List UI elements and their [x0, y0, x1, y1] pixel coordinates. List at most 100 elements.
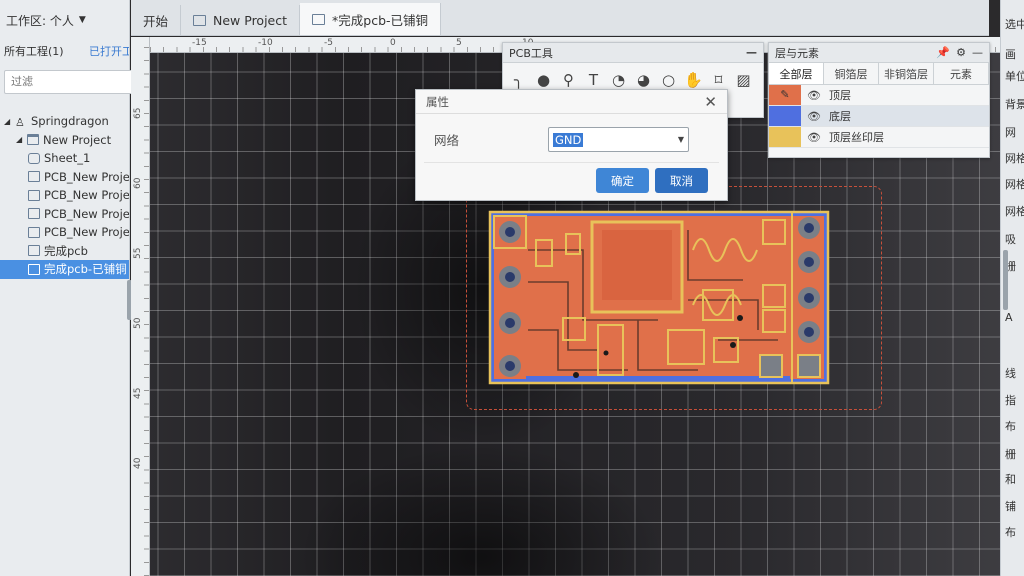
gear-icon[interactable]: ⚙ — [956, 46, 966, 59]
tree-item-label: PCB_New Project — [44, 225, 129, 240]
dialog-buttons: 确定 取消 — [596, 168, 708, 193]
layers-tab[interactable]: 全部层 — [769, 63, 824, 84]
tree-item[interactable]: PCB_New Project — [0, 168, 129, 187]
layer-color-swatch[interactable]: ✎ — [769, 85, 801, 105]
ruler-left-label: 65 — [133, 107, 143, 119]
ruler-top-label: -5 — [324, 38, 333, 48]
tab-2[interactable]: *完成pcb-已铺铜 — [300, 3, 442, 35]
minimize-icon[interactable]: — — [972, 46, 983, 59]
right-panel-item[interactable]: 画 — [1005, 46, 1016, 62]
layer-row[interactable]: 👁 底层 — [769, 106, 989, 127]
right-panel-item[interactable]: 布 — [1005, 524, 1016, 540]
tree-item[interactable]: ◢ ♙ Springdragon — [0, 112, 129, 131]
tree-item-label: PCB_New Project — [44, 169, 129, 184]
dialog-divider — [424, 162, 719, 163]
ruler-left-label: 45 — [133, 387, 143, 399]
layer-color-swatch[interactable] — [769, 106, 801, 126]
text-icon[interactable]: T — [584, 71, 603, 89]
net-label: 网络 — [434, 133, 460, 148]
right-panel-item[interactable]: 吸 — [1005, 231, 1016, 247]
minimize-icon[interactable]: — — [746, 46, 757, 59]
pcb-board[interactable] — [488, 210, 830, 385]
ic-pad — [602, 230, 672, 300]
layers-tab[interactable]: 非铜箔层 — [879, 63, 934, 84]
via-icon[interactable]: ⚲ — [559, 71, 578, 89]
eye-icon[interactable]: 👁 — [807, 89, 821, 102]
layer-color-swatch[interactable] — [769, 127, 801, 147]
all-projects-label[interactable]: 所有工程(1) — [4, 43, 64, 59]
tab-0[interactable]: 开始 — [131, 5, 182, 35]
ruler-left-label: 55 — [133, 247, 143, 259]
layer-name: 顶层 — [828, 89, 851, 102]
layer-name: 底层 — [828, 110, 851, 123]
layers-tab[interactable]: 元素 — [934, 63, 989, 84]
right-panel-item[interactable]: 单位 — [1005, 68, 1024, 84]
image-icon[interactable]: ▨ — [734, 71, 753, 89]
opened-projects-link[interactable]: 已打开工 — [89, 43, 129, 59]
ruler-left-label: 40 — [133, 457, 143, 469]
right-panel-item[interactable]: 线 — [1005, 365, 1016, 381]
right-panel-item[interactable]: 和 — [1005, 471, 1016, 487]
layers-tab[interactable]: 铜箔层 — [824, 63, 879, 84]
ruler-left-label: 50 — [133, 317, 143, 329]
panel-resize-handle[interactable] — [1003, 250, 1008, 310]
ok-button[interactable]: 确定 — [596, 168, 649, 193]
layers-tabs: 全部层 铜箔层 非铜箔层 元素 — [769, 63, 989, 85]
pin-icon[interactable]: 📌 — [936, 46, 950, 59]
tree-item[interactable]: 完成pcb — [0, 242, 129, 261]
ruler-top-label: -10 — [258, 38, 273, 48]
right-panel-item[interactable]: 网格 — [1005, 150, 1024, 166]
right-panel-item[interactable]: 网格 — [1005, 203, 1024, 219]
pcb-tools-title: PCB工具 — [509, 46, 553, 60]
tree-item[interactable]: PCB_New Project — [0, 186, 129, 205]
right-panel-item[interactable]: 布 — [1005, 418, 1016, 434]
circle-icon[interactable]: ○ — [659, 71, 678, 89]
track-icon[interactable]: ╮ — [509, 71, 528, 89]
right-panel-item[interactable]: 网 — [1005, 124, 1016, 140]
right-panel-item[interactable]: A — [1005, 311, 1013, 324]
tree-item[interactable]: PCB_New Project — [0, 223, 129, 242]
pan-icon[interactable]: ✋ — [684, 71, 703, 89]
pcb-tools-titlebar[interactable]: PCB工具 — — [503, 43, 763, 63]
layer-row[interactable]: ✎ 👁 顶层 — [769, 85, 989, 106]
expand-arrow-icon[interactable]: ◢ — [4, 117, 12, 126]
eye-icon[interactable]: 👁 — [807, 110, 821, 123]
tree-item-label: PCB_New Project — [44, 188, 129, 203]
ruler-left-label: 60 — [133, 177, 143, 189]
measure-icon[interactable]: ⌑ — [709, 71, 728, 89]
tree-item[interactable]: Sheet_1 — [0, 149, 129, 168]
right-panel-item[interactable]: 栅 — [1005, 446, 1016, 462]
tree-item[interactable]: PCB_New Project — [0, 205, 129, 224]
circle-pad-icon[interactable]: ● — [534, 71, 553, 89]
tree-item-label: 完成pcb-已铺铜 — [44, 262, 127, 277]
right-panel-item[interactable]: 指 — [1005, 392, 1016, 408]
right-panel-item[interactable]: 铺 — [1005, 498, 1016, 514]
pcb-icon — [28, 189, 40, 201]
layers-titlebar[interactable]: 层与元素 📌 ⚙ — — [769, 43, 989, 63]
tab-label: 开始 — [143, 13, 169, 29]
net-field-row: 网络 GND ▼ — [416, 127, 727, 152]
arc2-icon[interactable]: ◕ — [634, 71, 653, 89]
right-panel-item[interactable]: 背景 — [1005, 96, 1024, 112]
cancel-button[interactable]: 取消 — [655, 168, 708, 193]
right-panel-item[interactable]: 网格 — [1005, 176, 1024, 192]
layers-title: 层与元素 — [775, 46, 819, 60]
chevron-down-icon: ▼ — [677, 135, 684, 144]
dialog-titlebar[interactable]: 属性 ✕ — [416, 90, 727, 114]
ruler-top-label: -15 — [192, 38, 207, 48]
tree-item[interactable]: ◢ New Project — [0, 131, 129, 150]
arc-icon[interactable]: ◔ — [609, 71, 628, 89]
close-icon[interactable]: ✕ — [704, 93, 717, 111]
tree-item[interactable]: 完成pcb-已铺铜 — [0, 260, 129, 279]
right-panel-item[interactable]: 选中 — [1005, 16, 1024, 32]
tab-1[interactable]: New Project — [181, 5, 301, 35]
document-tabs: 开始 New Project *完成pcb-已铺铜 — [131, 0, 989, 36]
workspace-selector[interactable]: 工作区: 个人 ▼ — [0, 0, 129, 40]
schematic-icon — [28, 152, 40, 164]
eye-icon[interactable]: 👁 — [807, 131, 821, 144]
layer-row[interactable]: 👁 顶层丝印层 — [769, 127, 989, 148]
folder-icon — [193, 14, 207, 26]
net-select[interactable]: GND ▼ — [548, 127, 689, 152]
expand-arrow-icon[interactable]: ◢ — [16, 135, 24, 144]
tree-item-label: Sheet_1 — [44, 151, 91, 166]
